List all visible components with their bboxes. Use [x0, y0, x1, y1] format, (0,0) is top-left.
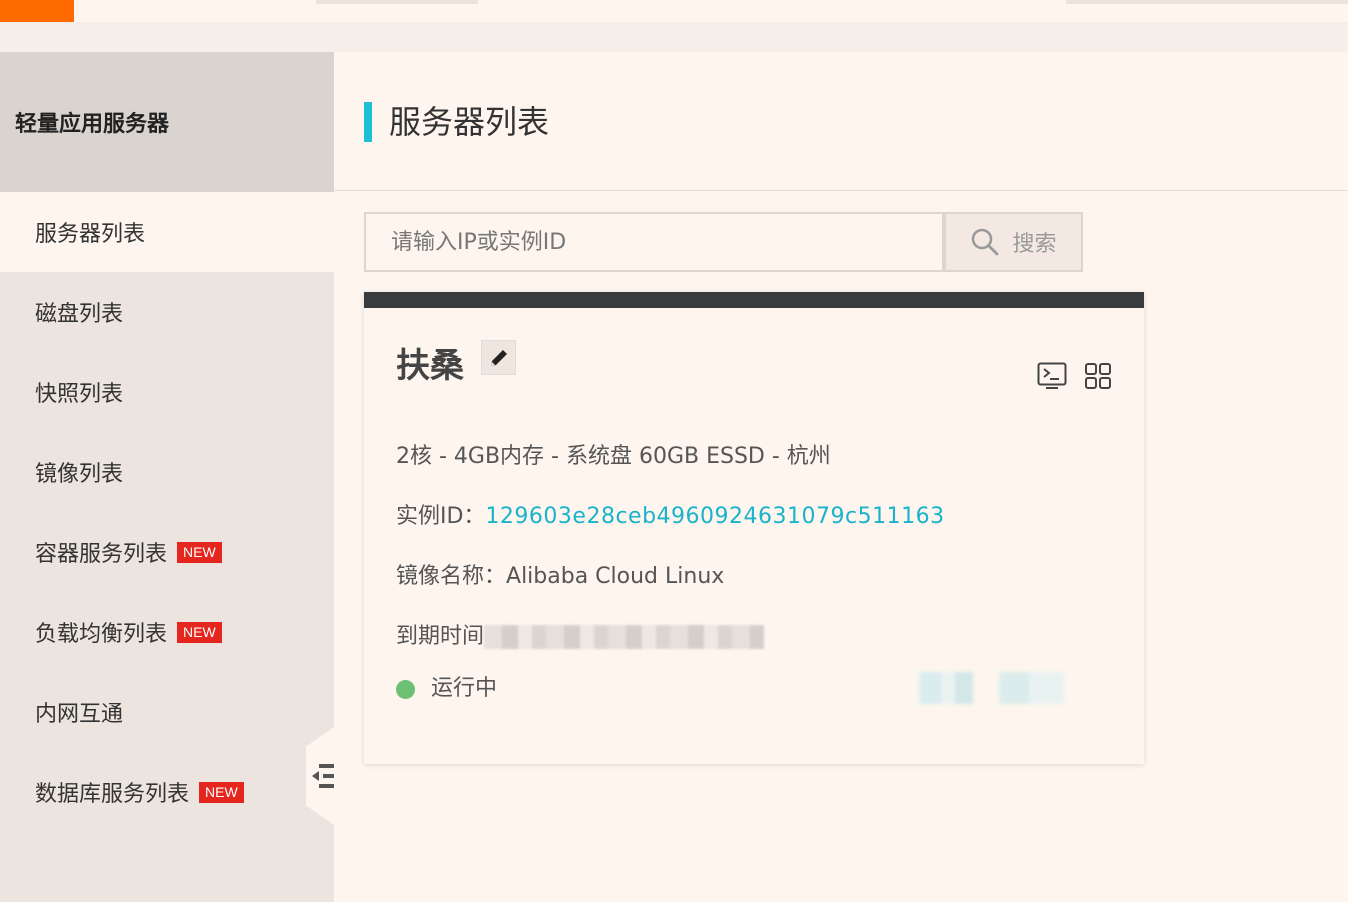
image-name-value: Alibaba Cloud Linux	[506, 564, 725, 589]
title-accent-bar	[364, 102, 372, 142]
new-badge: NEW	[177, 621, 222, 643]
sidebar-item-label: 磁盘列表	[35, 302, 124, 327]
sidebar-item-label: 镜像列表	[35, 462, 124, 487]
expire-time-label: 到期时间	[396, 624, 485, 649]
instance-id-row: 实例ID：129603e28ceb4960924631079c511163	[396, 498, 945, 530]
sidebar-item-disk-list[interactable]: 磁盘列表	[0, 272, 334, 352]
remote-connect-button[interactable]	[1036, 360, 1068, 392]
sidebar-item-label: 容器服务列表	[35, 542, 168, 567]
more-apps-button[interactable]	[1082, 360, 1114, 392]
sidebar-item-image-list[interactable]: 镜像列表	[0, 432, 334, 512]
brand-logo[interactable]	[0, 0, 74, 22]
sidebar-item-label: 服务器列表	[35, 222, 146, 247]
terminal-icon	[1037, 362, 1067, 389]
status-indicator	[396, 679, 415, 699]
sidebar-item-label: 内网互通	[35, 702, 124, 727]
new-badge: NEW	[199, 781, 244, 803]
search-button[interactable]: 搜索	[944, 212, 1083, 272]
collapse-menu-icon	[312, 764, 334, 788]
search-input[interactable]	[364, 212, 944, 272]
instance-id-label: 实例ID：	[396, 504, 486, 529]
page-title: 服务器列表	[389, 103, 550, 141]
sidebar-item-database-list[interactable]: 数据库服务列表 NEW	[0, 752, 334, 832]
top-bar	[0, 0, 1348, 22]
sidebar-title: 轻量应用服务器	[0, 52, 334, 192]
instance-id-link[interactable]: 129603e28ceb4960924631079c511163	[485, 504, 944, 529]
search-button-label: 搜索	[1012, 232, 1057, 257]
new-badge: NEW	[177, 541, 222, 563]
ip-address-redacted	[919, 672, 1064, 704]
image-name-label: 镜像名称：	[396, 564, 507, 589]
search-icon	[972, 228, 999, 256]
top-nav-placeholder	[316, 0, 478, 4]
sidebar: 轻量应用服务器 服务器列表 磁盘列表 快照列表 镜像列表 容器服务列表 NEW …	[0, 52, 334, 902]
top-nav-placeholder-right	[1066, 0, 1348, 4]
page-header: 服务器列表	[334, 52, 1348, 191]
server-name: 扶桑	[396, 346, 464, 386]
edit-name-button[interactable]	[481, 340, 516, 375]
sidebar-item-label: 数据库服务列表	[35, 782, 190, 807]
sidebar-item-server-list[interactable]: 服务器列表	[0, 192, 334, 272]
server-spec: 2核 - 4GB内存 - 系统盘 60GB ESSD - 杭州	[396, 444, 831, 469]
sidebar-item-container-list[interactable]: 容器服务列表 NEW	[0, 512, 334, 592]
pencil-icon	[490, 349, 507, 366]
expire-time-redacted	[484, 625, 765, 649]
sidebar-item-intranet[interactable]: 内网互通	[0, 672, 334, 752]
expire-time-row: 到期时间	[396, 618, 765, 650]
sidebar-item-label: 负载均衡列表	[35, 622, 168, 647]
status-text: 运行中	[431, 676, 498, 701]
top-gap	[0, 22, 1348, 52]
grid-icon	[1085, 363, 1111, 389]
image-name-row: 镜像名称：Alibaba Cloud Linux	[396, 558, 724, 590]
card-header-bar	[364, 292, 1144, 308]
status-row: 运行中	[396, 670, 497, 702]
sidebar-item-load-balancer-list[interactable]: 负载均衡列表 NEW	[0, 592, 334, 672]
server-card: 扶桑 2核 - 4GB内存 - 系统盘 60GB ESSD - 杭州 实例ID：…	[364, 292, 1144, 764]
sidebar-item-snapshot-list[interactable]: 快照列表	[0, 352, 334, 432]
sidebar-item-label: 快照列表	[35, 382, 124, 407]
